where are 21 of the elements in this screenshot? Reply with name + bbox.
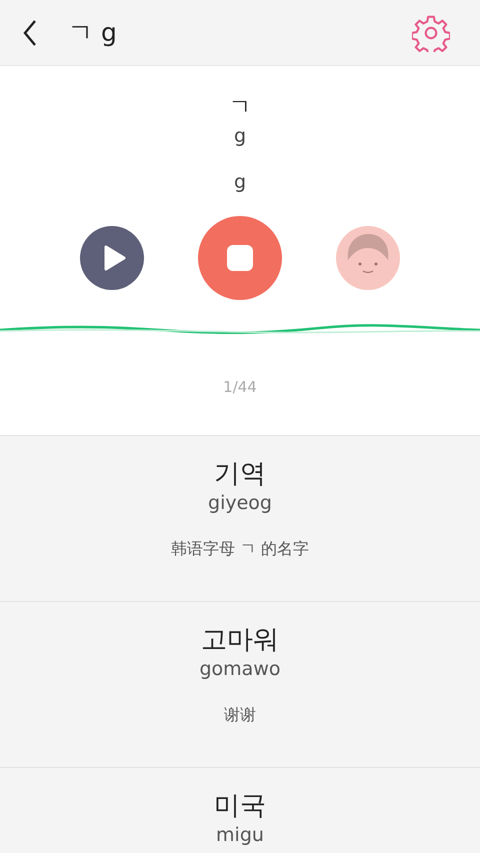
page-title: ㄱ g <box>68 17 118 49</box>
word-text: 기역 <box>214 458 266 490</box>
word-text: 고마워 <box>201 624 279 656</box>
word-romanization: migu <box>216 824 264 846</box>
letter-romanization: g <box>234 124 246 148</box>
letter-character: ㄱ <box>229 94 251 122</box>
avatar-icon[interactable] <box>336 226 400 290</box>
word-card[interactable]: 고마워 gomawo 谢谢 <box>0 602 480 768</box>
settings-icon[interactable] <box>412 14 450 52</box>
stop-record-button[interactable] <box>198 216 282 300</box>
back-icon[interactable] <box>22 18 38 46</box>
word-card[interactable]: 기역 giyeog 韩语字母 ㄱ 的名字 <box>0 436 480 602</box>
word-romanization: gomawo <box>199 658 280 680</box>
letter-sound: g <box>234 170 246 194</box>
word-text: 미국 <box>214 790 266 822</box>
progress-counter: 1/44 <box>223 378 257 396</box>
word-meaning: 谢谢 <box>224 704 256 726</box>
play-button[interactable] <box>80 226 144 290</box>
word-card[interactable]: 미국 migu <box>0 768 480 853</box>
word-romanization: giyeog <box>208 492 272 514</box>
word-meaning: 韩语字母 ㄱ 的名字 <box>170 538 310 560</box>
